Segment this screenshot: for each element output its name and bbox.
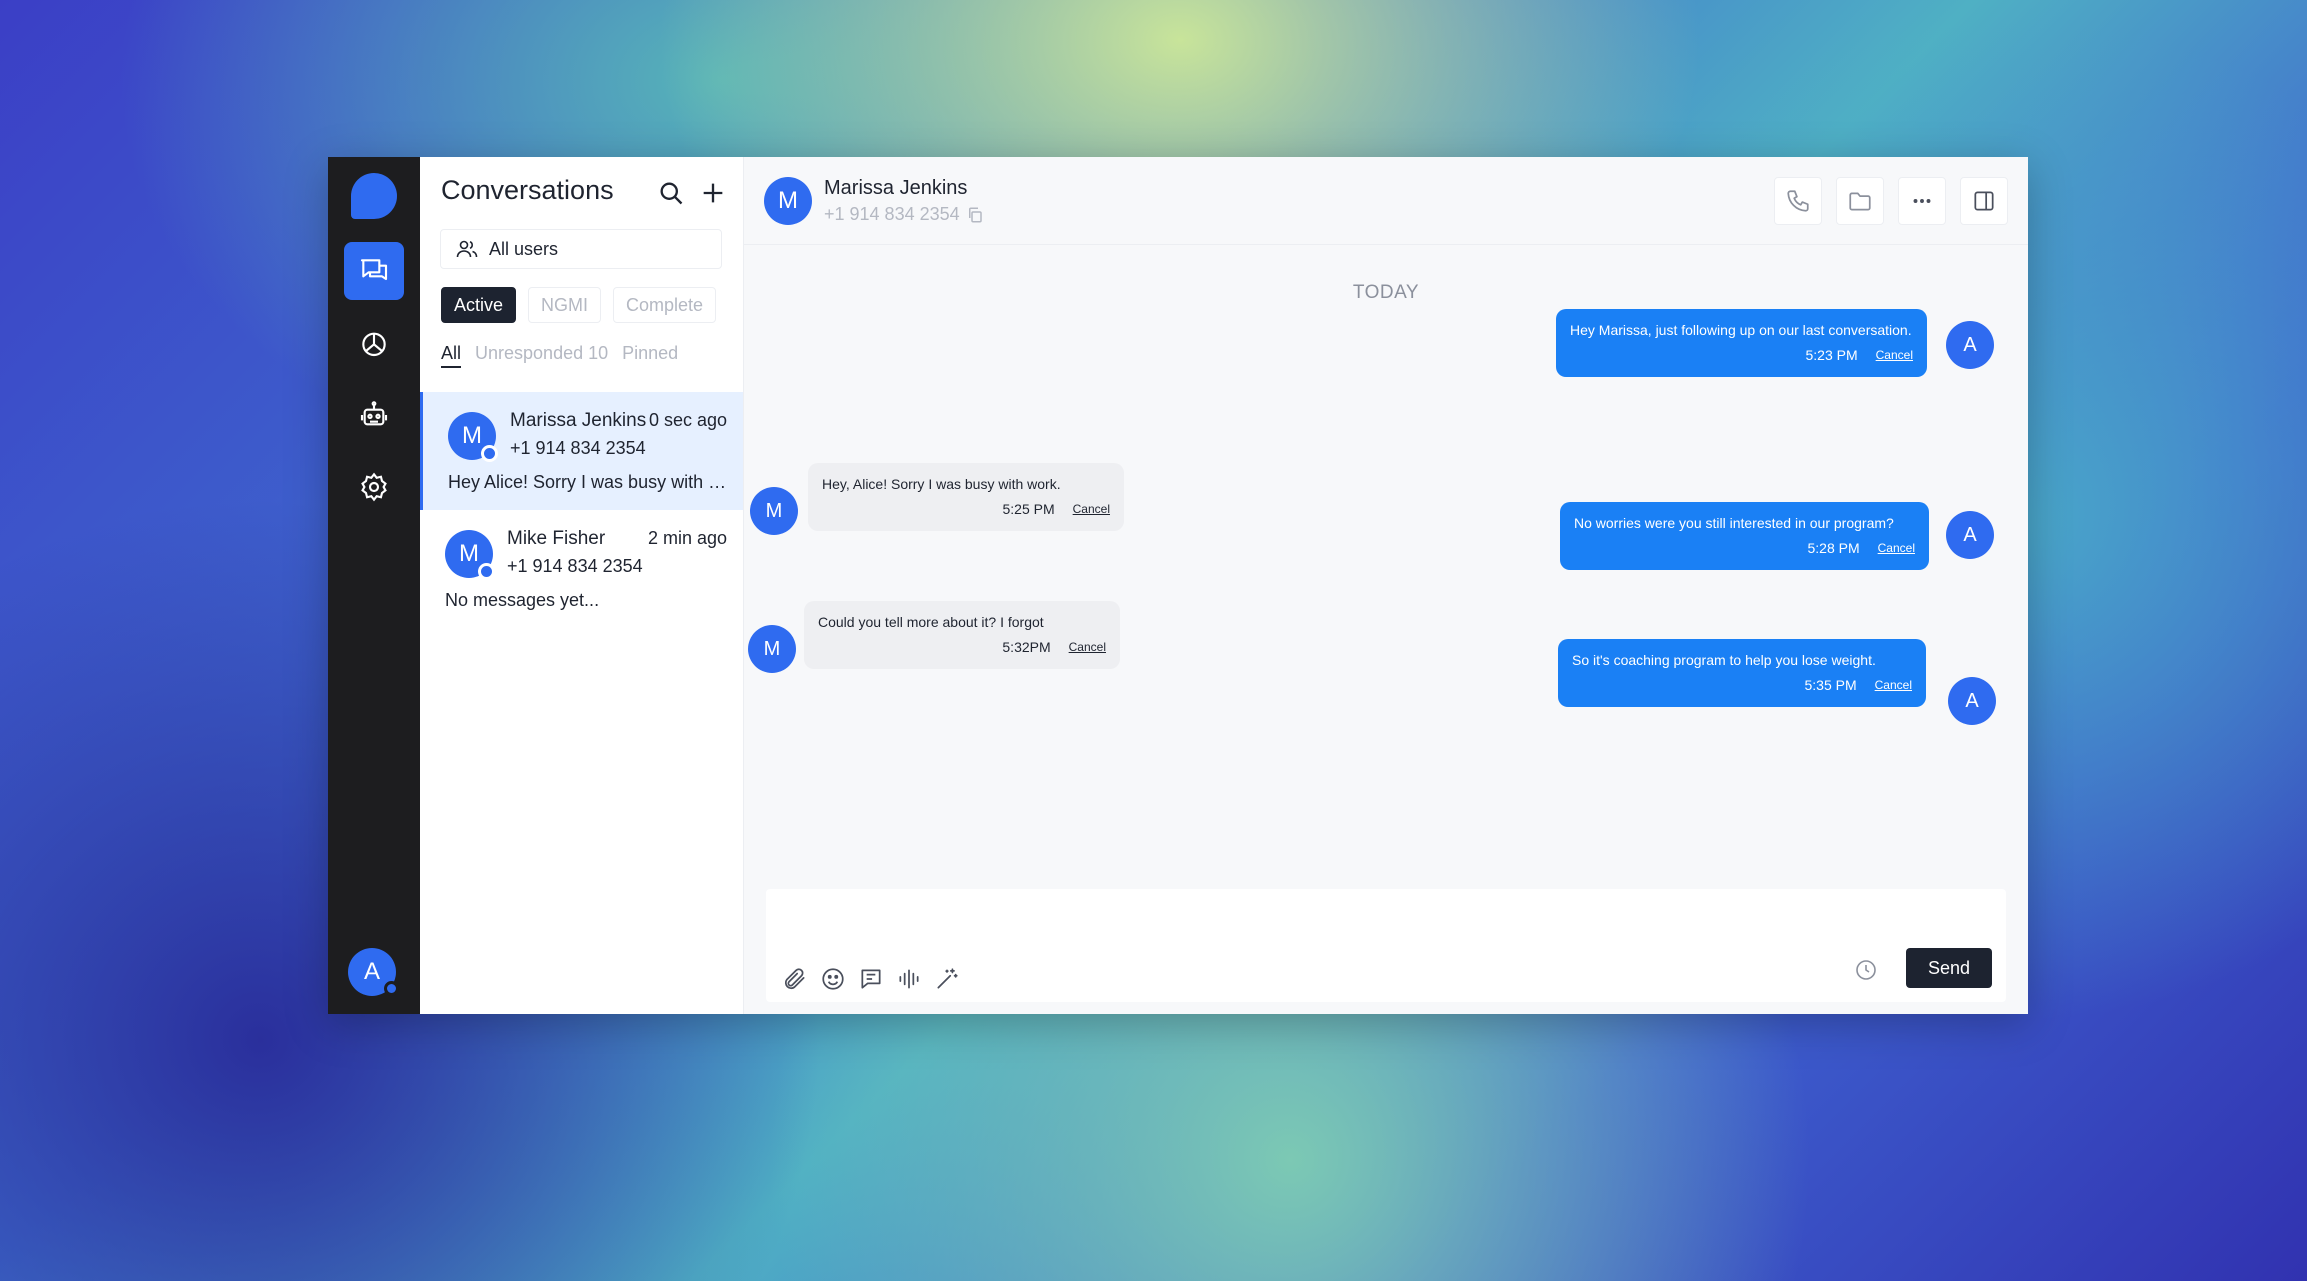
analytics-pie-icon <box>362 332 386 357</box>
voice-waveform-icon[interactable] <box>896 966 922 992</box>
composer-toolbar <box>782 966 960 992</box>
message-text: Hey Marissa, just following up on our la… <box>1570 322 1912 338</box>
users-icon <box>456 240 478 258</box>
gear-icon <box>361 472 387 502</box>
avatar: M <box>448 412 498 462</box>
sender-avatar: M <box>750 487 798 535</box>
sender-avatar: A <box>1946 321 1994 369</box>
cancel-message-link[interactable]: Cancel <box>1876 344 1913 367</box>
message-text: So it's coaching program to help you los… <box>1572 652 1876 668</box>
outgoing-message: Hey Marissa, just following up on our la… <box>1556 309 1927 377</box>
message-time: 5:35 PM <box>1804 677 1857 693</box>
nav-rail: A <box>328 157 420 1014</box>
message-time: 5:32PM <box>1002 639 1051 655</box>
last-activity-time: 2 min ago <box>647 528 727 548</box>
emoji-icon[interactable] <box>820 966 846 992</box>
tab-active[interactable]: Active <box>441 287 517 323</box>
contact-phone: +1 914 834 2354 <box>510 438 646 458</box>
conversation-item[interactable]: M Mike Fisher 2 min ago +1 914 834 2354 … <box>420 510 743 628</box>
call-button[interactable] <box>1774 177 1822 225</box>
sender-avatar: A <box>1946 511 1994 559</box>
contact-name: Marissa Jenkins <box>824 177 968 199</box>
toggle-sidebar-button[interactable] <box>1960 177 2008 225</box>
filter-unresponded[interactable]: Unresponded 10 <box>475 343 608 368</box>
robot-icon <box>360 401 388 426</box>
template-message-icon[interactable] <box>858 966 884 992</box>
last-activity-time: 0 sec ago <box>648 410 727 430</box>
more-options-button[interactable] <box>1898 177 1946 225</box>
chat-bubbles-icon <box>360 259 388 281</box>
filter-all[interactable]: All <box>441 343 462 368</box>
nav-conversations-button[interactable] <box>344 242 404 300</box>
status-dot <box>481 445 498 462</box>
message-preview: Hey Alice! Sorry I was busy with work. <box>448 472 734 492</box>
users-filter-label: All users <box>489 238 559 259</box>
magic-wand-icon[interactable] <box>934 966 960 992</box>
side-panel-icon <box>1974 191 1994 211</box>
panel-title: Conversations <box>441 175 614 205</box>
phone-icon <box>1787 190 1809 212</box>
message-time: 5:23 PM <box>1805 347 1858 363</box>
copy-icon[interactable] <box>966 206 984 224</box>
status-dot <box>478 563 495 580</box>
cancel-message-link[interactable]: Cancel <box>1073 498 1110 521</box>
users-filter-dropdown[interactable]: All users <box>440 229 722 269</box>
search-icon[interactable] <box>657 179 685 207</box>
message-text: Hey, Alice! Sorry I was busy with work. <box>822 476 1061 492</box>
contact-name: Mike Fisher <box>507 528 606 549</box>
sender-avatar: A <box>1948 677 1996 725</box>
user-avatar[interactable]: A <box>348 948 399 996</box>
tab-ngmi[interactable]: NGMI <box>528 287 602 323</box>
message-time: 5:25 PM <box>1002 501 1055 517</box>
incoming-message: Could you tell more about it? I forgot 5… <box>804 601 1120 669</box>
avatar: M <box>445 530 495 580</box>
schedule-clock-icon[interactable] <box>1854 958 1878 982</box>
cancel-message-link[interactable]: Cancel <box>1878 537 1915 560</box>
conversation-list-panel: Conversations All users Active NGMI Comp… <box>420 157 744 1014</box>
cancel-message-link[interactable]: Cancel <box>1875 674 1912 697</box>
outgoing-message: So it's coaching program to help you los… <box>1558 639 1926 707</box>
files-button[interactable] <box>1836 177 1884 225</box>
nav-bots-button[interactable] <box>344 386 404 444</box>
date-divider: TODAY <box>1352 282 1420 303</box>
status-tabs: Active NGMI Complete <box>441 287 717 323</box>
more-horizontal-icon <box>1913 199 1931 203</box>
chat-panel: M Marissa Jenkins +1 914 834 2354 TODAY … <box>744 157 2028 1014</box>
message-preview: No messages yet... <box>445 590 600 610</box>
send-button[interactable]: Send <box>1906 948 1992 988</box>
nav-analytics-button[interactable] <box>344 314 404 372</box>
incoming-message: Hey, Alice! Sorry I was busy with work. … <box>808 463 1124 531</box>
outgoing-message: No worries were you still interested in … <box>1560 502 1929 570</box>
message-composer[interactable]: Send <box>766 889 2006 1002</box>
cancel-message-link[interactable]: Cancel <box>1069 636 1106 659</box>
nav-settings-button[interactable] <box>344 458 404 516</box>
conversation-item[interactable]: M Marissa Jenkins 0 sec ago +1 914 834 2… <box>420 392 743 510</box>
contact-name: Marissa Jenkins <box>510 410 647 431</box>
plus-icon[interactable] <box>699 179 727 207</box>
filter-pinned[interactable]: Pinned <box>622 343 678 368</box>
message-text: Could you tell more about it? I forgot <box>818 614 1044 630</box>
contact-phone: +1 914 834 2354 <box>824 204 960 224</box>
contact-phone: +1 914 834 2354 <box>507 556 643 576</box>
message-time: 5:28 PM <box>1807 540 1860 556</box>
contact-phone-row: +1 914 834 2354 <box>824 204 984 225</box>
tab-complete[interactable]: Complete <box>613 287 717 323</box>
online-status-dot <box>384 981 399 996</box>
app-window: A Conversations All users Active NGMI Co… <box>328 157 2028 1014</box>
chat-header: M Marissa Jenkins +1 914 834 2354 <box>744 157 2028 245</box>
folder-icon <box>1849 192 1871 211</box>
sender-avatar: M <box>748 625 796 673</box>
paperclip-icon[interactable] <box>782 966 808 992</box>
message-text: No worries were you still interested in … <box>1574 515 1894 531</box>
app-logo-icon <box>351 173 397 219</box>
avatar: M <box>764 177 812 225</box>
conversation-filters: All Unresponded 10 Pinned <box>441 343 678 368</box>
